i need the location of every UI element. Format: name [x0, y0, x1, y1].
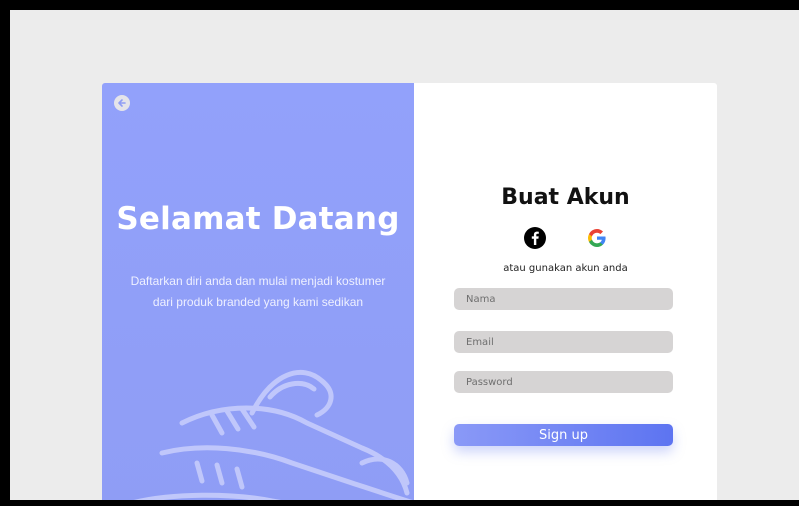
- welcome-title: Selamat Datang: [116, 201, 400, 237]
- back-button[interactable]: [114, 95, 130, 111]
- name-field[interactable]: [454, 288, 673, 310]
- welcome-subtitle-line-2: dari produk branded yang kami sedikan: [152, 295, 364, 309]
- signup-button[interactable]: Sign up: [454, 424, 673, 446]
- app-frame: Selamat Datang Daftarkan diri anda dan m…: [10, 10, 799, 500]
- social-login-group: [524, 227, 608, 249]
- signup-form-panel: Buat Akun atau gunakan akun anda Nama Em…: [414, 83, 717, 500]
- signup-card: Selamat Datang Daftarkan diri anda dan m…: [102, 83, 717, 500]
- google-login-button[interactable]: [586, 227, 608, 249]
- form-title: Buat Akun: [501, 185, 630, 210]
- welcome-subtitle-line-1: Daftarkan diri anda dan mulai menjadi ko…: [130, 274, 386, 288]
- shoe-illustration: [133, 370, 413, 500]
- facebook-icon: [524, 227, 546, 249]
- email-field[interactable]: [454, 331, 673, 353]
- arrow-left-icon: [118, 99, 126, 107]
- alternative-login-text: atau gunakan akun anda: [503, 263, 628, 274]
- google-icon: [588, 229, 606, 247]
- facebook-login-button[interactable]: [524, 227, 546, 249]
- welcome-subtitle: Daftarkan diri anda dan mulai menjadi ko…: [114, 271, 402, 313]
- password-field[interactable]: [454, 371, 673, 393]
- welcome-panel: Selamat Datang Daftarkan diri anda dan m…: [102, 83, 414, 500]
